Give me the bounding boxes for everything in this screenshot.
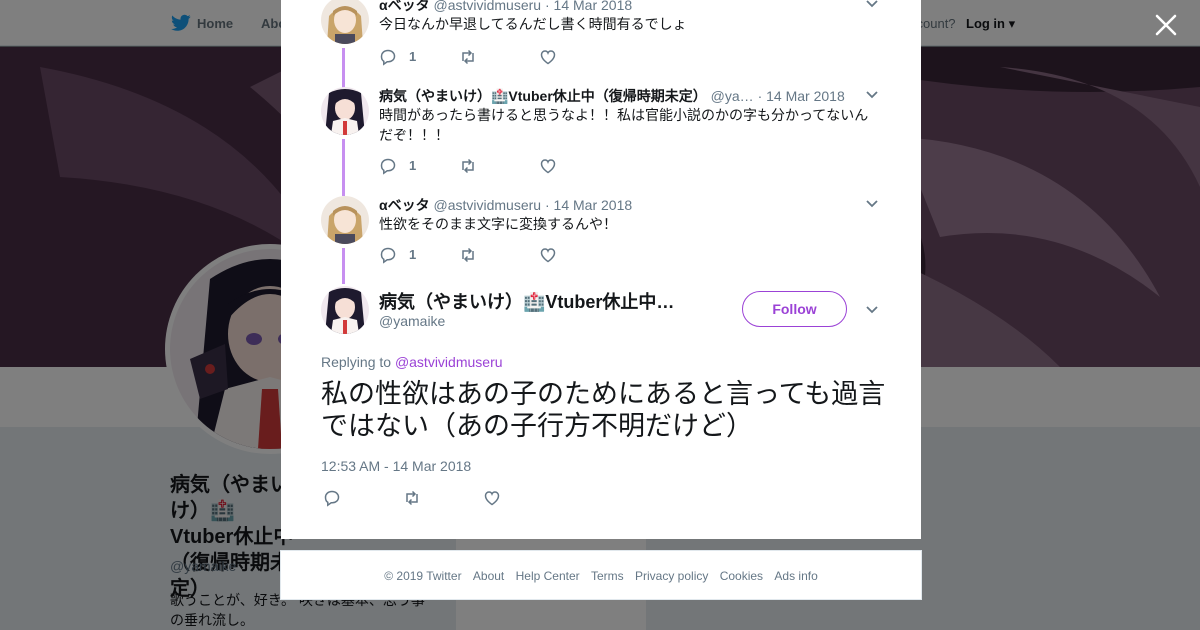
chevron-down-icon[interactable] [865, 305, 879, 315]
reply-icon[interactable] [379, 246, 397, 264]
tweet-actions: 1 [379, 48, 579, 68]
tweet-date[interactable]: 14 Mar 2018 [554, 0, 633, 13]
tweet-text: 私の性欲はあの子のためにあると言っても過言ではない（あの子行方不明だけど） [321, 379, 886, 441]
reply-icon[interactable] [323, 489, 341, 507]
avatar[interactable] [321, 0, 369, 44]
replying-to: Replying to @astvividmuseru [321, 354, 503, 370]
heart-icon[interactable] [539, 246, 557, 264]
thread-line [342, 139, 345, 196]
tweet-header: 病気（やまいけ）🏥Vtuber休止中（復帰時期未定） @ya… · 14 Mar… [379, 87, 879, 105]
retweet-icon[interactable] [459, 48, 477, 66]
retweet-icon[interactable] [459, 246, 477, 264]
tweet-actions: 1 [379, 157, 579, 177]
permalink-tweet: 病気（やまいけ）🏥Vtuber休止中… @yamaike Follow Repl… [281, 286, 921, 539]
tweet-author-handle[interactable]: @ya… [711, 88, 754, 104]
footer-link-about[interactable]: About [473, 569, 504, 583]
tweet-author-handle[interactable]: @yamaike [379, 313, 445, 329]
tweet-author-name[interactable]: αベッタ [379, 197, 430, 213]
separator-dot: · [757, 88, 763, 104]
tweet-text: 時間があったら書けると思うなよ！！私は官能小説のかの字も分かってないんだぞ！！！ [379, 107, 869, 143]
tweet-timestamp[interactable]: 12:53 AM - 14 Mar 2018 [321, 458, 471, 474]
tweet-text: 性欲をそのまま文字に変換するんや！ [379, 216, 617, 232]
avatar[interactable] [321, 286, 369, 334]
reply-count: 1 [409, 247, 417, 262]
heart-icon[interactable] [483, 489, 501, 507]
avatar[interactable] [321, 87, 369, 135]
footer-copyright: © 2019 Twitter [384, 569, 462, 583]
retweet-icon[interactable] [459, 157, 477, 175]
chevron-down-icon[interactable] [865, 90, 879, 100]
tweet-author-name[interactable]: 病気（やまいけ）🏥Vtuber休止中（復帰時期未定） [379, 88, 707, 104]
heart-icon[interactable] [539, 157, 557, 175]
separator-dot: · [544, 197, 550, 213]
replying-to-link[interactable]: @astvividmuseru [395, 354, 503, 370]
thread-line [342, 248, 345, 284]
reply-icon[interactable] [379, 48, 397, 66]
separator-dot: · [544, 0, 550, 13]
replying-to-label: Replying to [321, 354, 392, 370]
tweet-text: 今日なんか早退してるんだし書く時間有るでしょ [379, 16, 687, 32]
tweet-author-handle[interactable]: @astvividmuseru [434, 197, 542, 213]
tweet-header: αベッタ @astvividmuseru · 14 Mar 2018 [379, 196, 879, 214]
footer-link-privacy[interactable]: Privacy policy [635, 569, 708, 583]
tweet-date[interactable]: 14 Mar 2018 [554, 197, 633, 213]
tweet-modal: αベッタ @astvividmuseru · 14 Mar 2018 今日なんか… [281, 0, 921, 539]
tweet-header: αベッタ @astvividmuseru · 14 Mar 2018 [379, 0, 879, 14]
reply-icon[interactable] [379, 157, 397, 175]
tweet-author-handle[interactable]: @astvividmuseru [434, 0, 542, 13]
footer-link-help-center[interactable]: Help Center [516, 569, 580, 583]
tweet-author-name[interactable]: 病気（やまいけ）🏥Vtuber休止中… [379, 288, 699, 314]
reply-count: 1 [409, 49, 417, 64]
conversation-tweet[interactable]: 病気（やまいけ）🏥Vtuber休止中（復帰時期未定） @ya… · 14 Mar… [281, 87, 921, 196]
chevron-down-icon[interactable] [865, 0, 879, 9]
chevron-down-icon[interactable] [865, 199, 879, 209]
follow-button[interactable]: Follow [742, 291, 847, 327]
close-icon[interactable] [1153, 12, 1179, 38]
tweet-author-name[interactable]: αベッタ [379, 0, 430, 13]
heart-icon[interactable] [539, 48, 557, 66]
footer-link-cookies[interactable]: Cookies [720, 569, 763, 583]
footer-link-ads-info[interactable]: Ads info [774, 569, 817, 583]
modal-footer: © 2019 Twitter About Help Center Terms P… [280, 550, 922, 600]
avatar[interactable] [321, 196, 369, 244]
footer-link-terms[interactable]: Terms [591, 569, 624, 583]
reply-count: 1 [409, 158, 417, 173]
tweet-actions [321, 489, 521, 509]
tweet-date[interactable]: 14 Mar 2018 [766, 88, 845, 104]
tweet-actions: 1 [379, 246, 579, 266]
retweet-icon[interactable] [403, 489, 421, 507]
